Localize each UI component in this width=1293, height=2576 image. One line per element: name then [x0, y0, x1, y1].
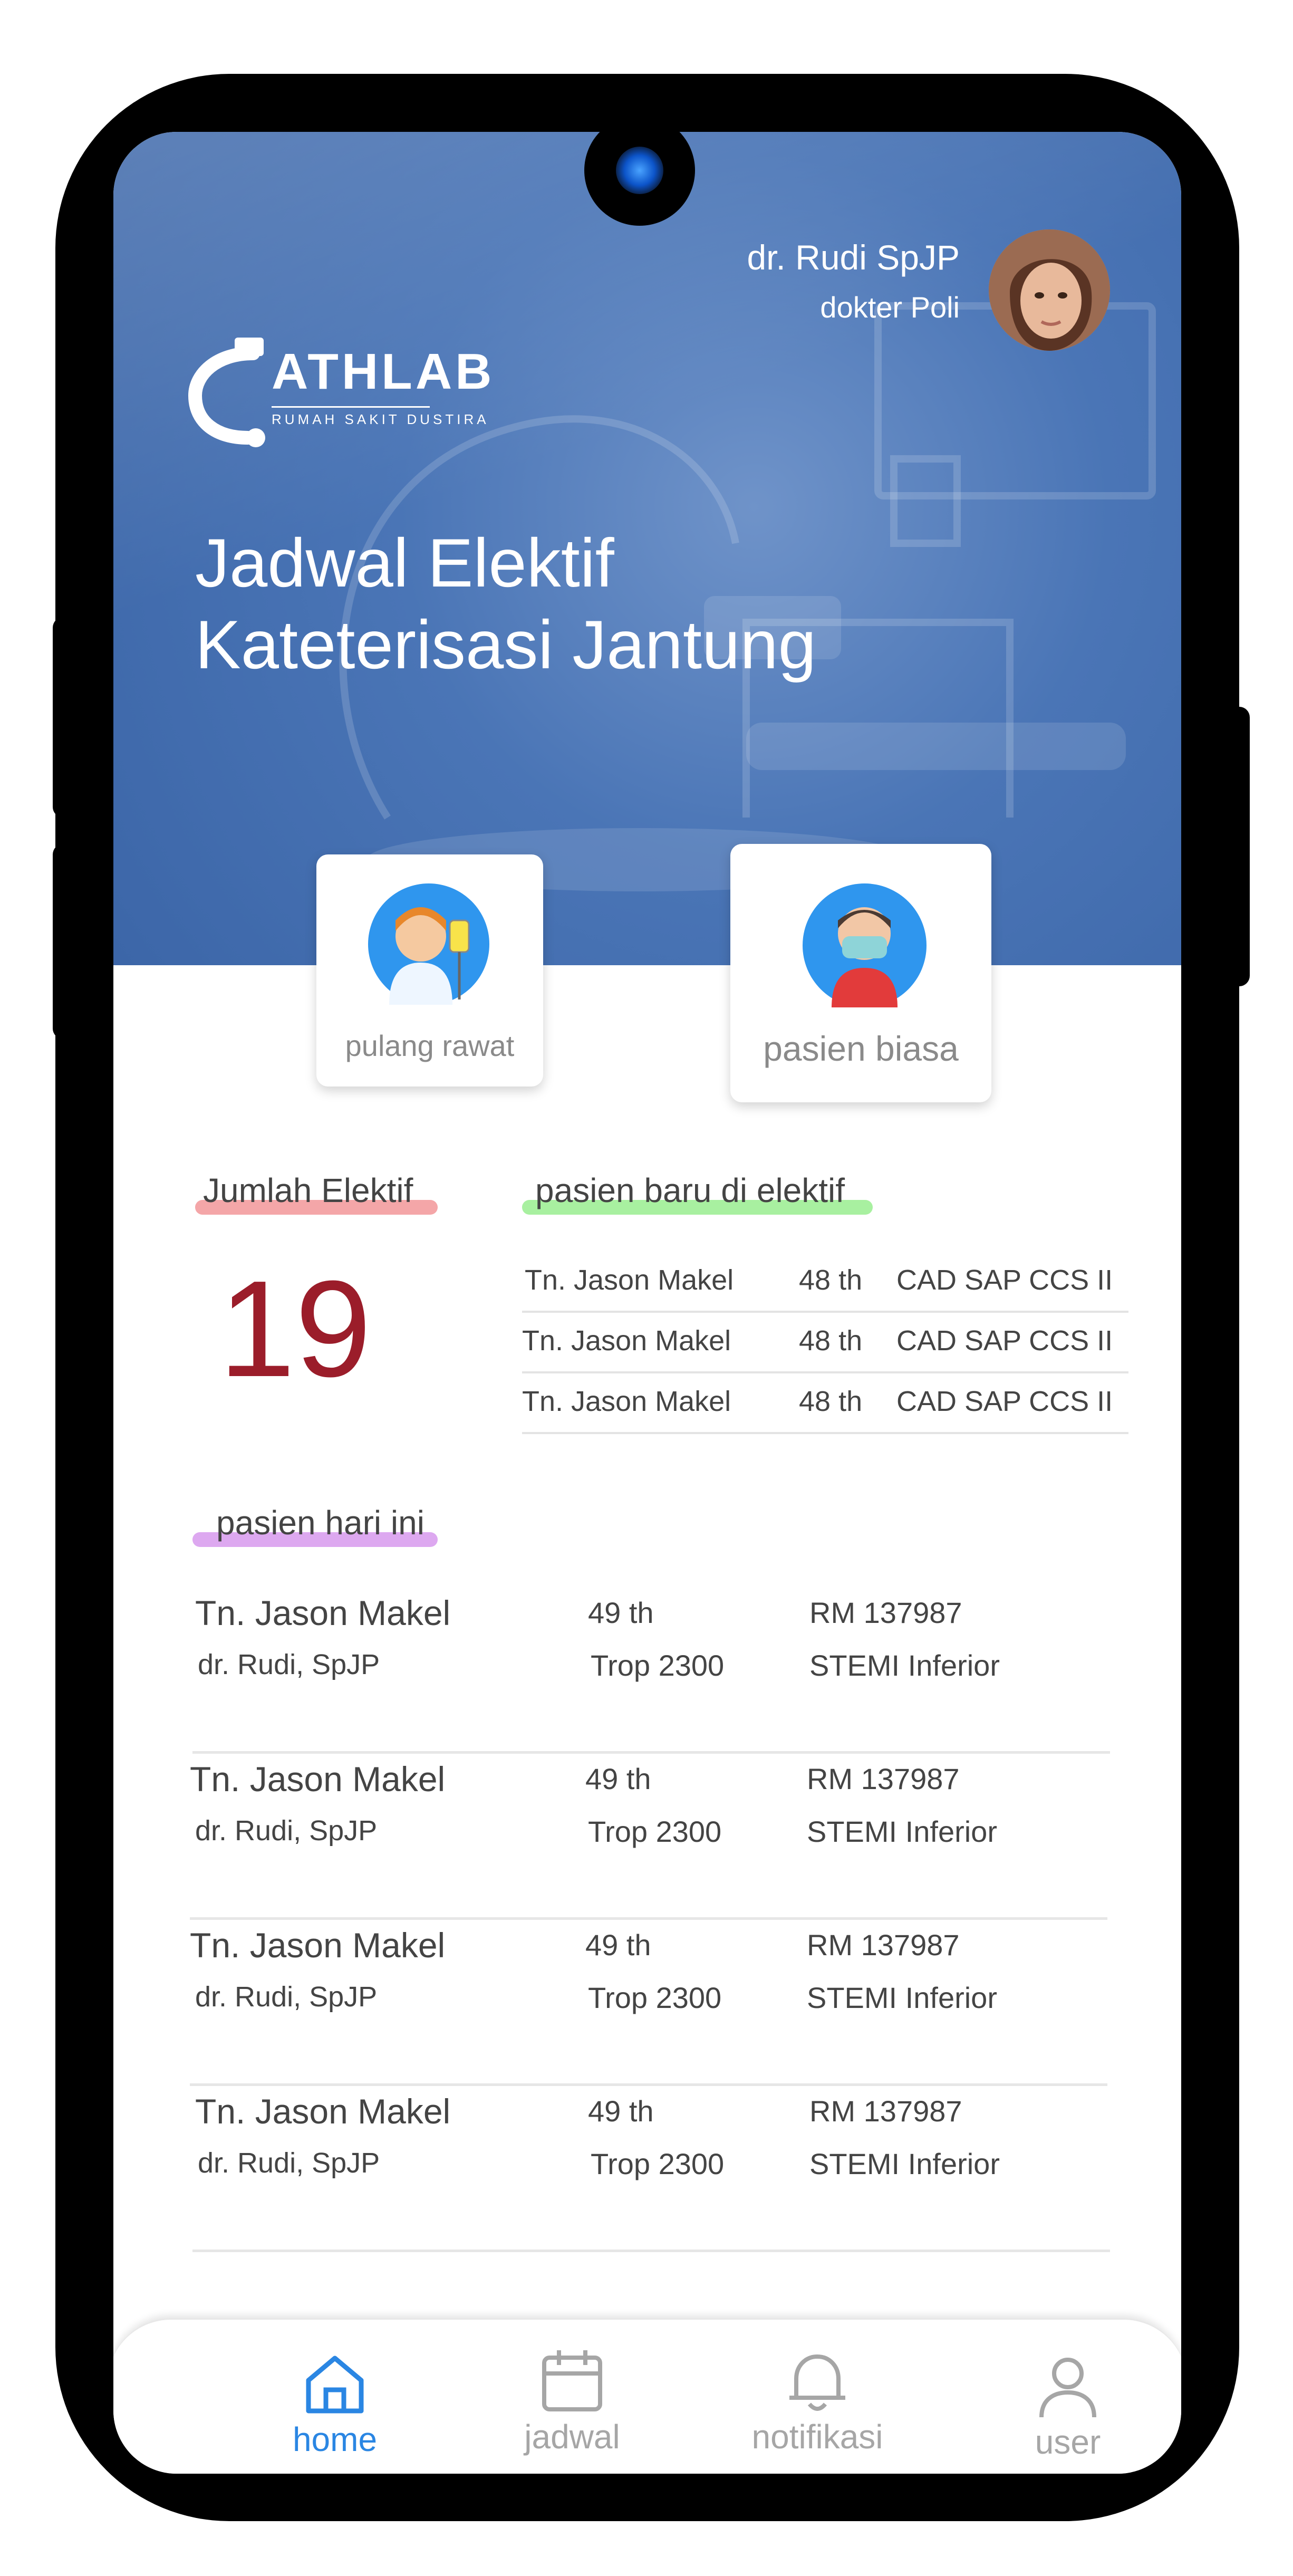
avatar[interactable] [989, 229, 1110, 351]
patient-name: Tn. Jason Makel [195, 1593, 451, 1632]
page-title: Jadwal Elektif Kateterisasi Jantung [195, 522, 816, 686]
new-patient-row[interactable]: Tn. Jason Makel 48 th CAD SAP CCS II [522, 1311, 1128, 1373]
logo-underline [272, 406, 430, 408]
nav-item-user[interactable]: user [989, 2351, 1147, 2462]
new-patient-row[interactable]: Tn. Jason Makel 48 th CAD SAP CCS II [522, 1250, 1128, 1313]
new-patient-name: Tn. Jason Makel [522, 1386, 731, 1417]
bottom-navigation: home jadwal notifikasi user [113, 2318, 1181, 2474]
patient-diagnosis: STEMI Inferior [807, 1815, 997, 1848]
side-button-left-bottom [53, 844, 74, 1039]
new-patient-age: 48 th [799, 1264, 863, 1296]
patient-diagnosis: STEMI Inferior [809, 1649, 1000, 1682]
phone-screen: ATHLAB RUMAH SAKIT DUSTIRA dr. Rudi SpJP… [113, 132, 1181, 2474]
side-button-right [1223, 707, 1250, 986]
user-icon [1039, 2358, 1096, 2418]
patient-doctor: dr. Rudi, SpJP [195, 1815, 378, 1847]
new-patient-age: 48 th [799, 1325, 863, 1357]
nav-label-user: user [1035, 2423, 1101, 2461]
patient-trop: Trop 2300 [588, 1815, 722, 1848]
new-patients-label: pasien baru di elektif [535, 1171, 845, 1209]
patient-diagnosis: STEMI Inferior [807, 1981, 997, 2014]
jumlah-elektif-label: Jumlah Elektif [203, 1171, 413, 1209]
user-name: dr. Rudi SpJP [747, 238, 960, 277]
new-patient-name: Tn. Jason Makel [522, 1325, 731, 1357]
avatar-portrait-icon [989, 229, 1110, 351]
nav-item-jadwal[interactable]: jadwal [493, 2346, 651, 2456]
nav-item-notifikasi[interactable]: notifikasi [738, 2346, 896, 2456]
category-card-pasien-biasa[interactable]: pasien biasa [730, 844, 991, 1102]
jumlah-elektif-value: 19 [219, 1253, 372, 1406]
today-patient-row[interactable]: Tn. Jason Makel dr. Rudi, SpJP 49 th Tro… [190, 1925, 1107, 2086]
patient-trop: Trop 2300 [591, 2147, 725, 2180]
nav-item-home[interactable]: home [256, 2349, 414, 2459]
category-label-pasien-biasa: pasien biasa [763, 1029, 959, 1068]
logo-text: ATHLAB [272, 343, 495, 400]
new-patient-diagnosis: CAD SAP CCS II [896, 1325, 1113, 1357]
nav-label-notifikasi: notifikasi [751, 2418, 883, 2456]
new-patient-diagnosis: CAD SAP CCS II [896, 1386, 1113, 1417]
patient-name: Tn. Jason Makel [190, 1926, 446, 1965]
today-patient-row[interactable]: Tn. Jason Makel dr. Rudi, SpJP 49 th Tro… [192, 1593, 1110, 1754]
home-icon [306, 2356, 364, 2414]
patient-age: 49 th [585, 1762, 651, 1795]
today-patient-row[interactable]: Tn. Jason Makel dr. Rudi, SpJP 49 th Tro… [192, 2091, 1110, 2252]
patient-name: Tn. Jason Makel [190, 1760, 446, 1799]
masked-patient-icon [803, 883, 927, 1007]
page-title-line-1: Jadwal Elektif [195, 524, 614, 601]
camera-lens [616, 147, 663, 194]
today-patients-label: pasien hari ini [216, 1504, 424, 1542]
patient-trop: Trop 2300 [588, 1981, 722, 2014]
nav-label-jadwal: jadwal [524, 2418, 620, 2456]
page-title-line-2: Kateterisasi Jantung [195, 606, 816, 683]
patient-doctor: dr. Rudi, SpJP [195, 1981, 378, 2013]
patient-age: 49 th [585, 1928, 651, 1962]
new-patient-name: Tn. Jason Makel [525, 1264, 734, 1296]
side-button-left-top [53, 617, 74, 818]
patient-rm: RM 137987 [809, 2094, 962, 2128]
nurse-icon [368, 883, 489, 1005]
patient-name: Tn. Jason Makel [195, 2092, 451, 2131]
patient-trop: Trop 2300 [591, 1649, 725, 1682]
patient-rm: RM 137987 [809, 1596, 962, 1629]
new-patient-age: 48 th [799, 1386, 863, 1417]
patient-doctor: dr. Rudi, SpJP [198, 2147, 380, 2179]
category-card-pulang-rawat[interactable]: pulang rawat [316, 854, 543, 1087]
patient-diagnosis: STEMI Inferior [809, 2147, 1000, 2180]
user-role: dokter Poli [820, 291, 960, 324]
calendar-icon [542, 2350, 602, 2411]
logo-subtitle: RUMAH SAKIT DUSTIRA [272, 411, 489, 427]
category-label-pulang-rawat: pulang rawat [345, 1029, 515, 1062]
patient-age: 49 th [588, 1596, 654, 1629]
patient-rm: RM 137987 [807, 1928, 960, 1962]
nav-label-home: home [292, 2420, 378, 2458]
new-patient-diagnosis: CAD SAP CCS II [896, 1264, 1113, 1296]
new-patient-row[interactable]: Tn. Jason Makel 48 th CAD SAP CCS II [522, 1371, 1128, 1434]
patient-doctor: dr. Rudi, SpJP [198, 1649, 380, 1680]
bell-icon [789, 2354, 845, 2411]
cathlab-logo-icon [188, 338, 265, 447]
patient-rm: RM 137987 [807, 1762, 960, 1795]
today-patient-row[interactable]: Tn. Jason Makel dr. Rudi, SpJP 49 th Tro… [190, 1759, 1107, 1920]
hero-banner: ATHLAB RUMAH SAKIT DUSTIRA dr. Rudi SpJP… [113, 132, 1181, 965]
patient-age: 49 th [588, 2094, 654, 2128]
